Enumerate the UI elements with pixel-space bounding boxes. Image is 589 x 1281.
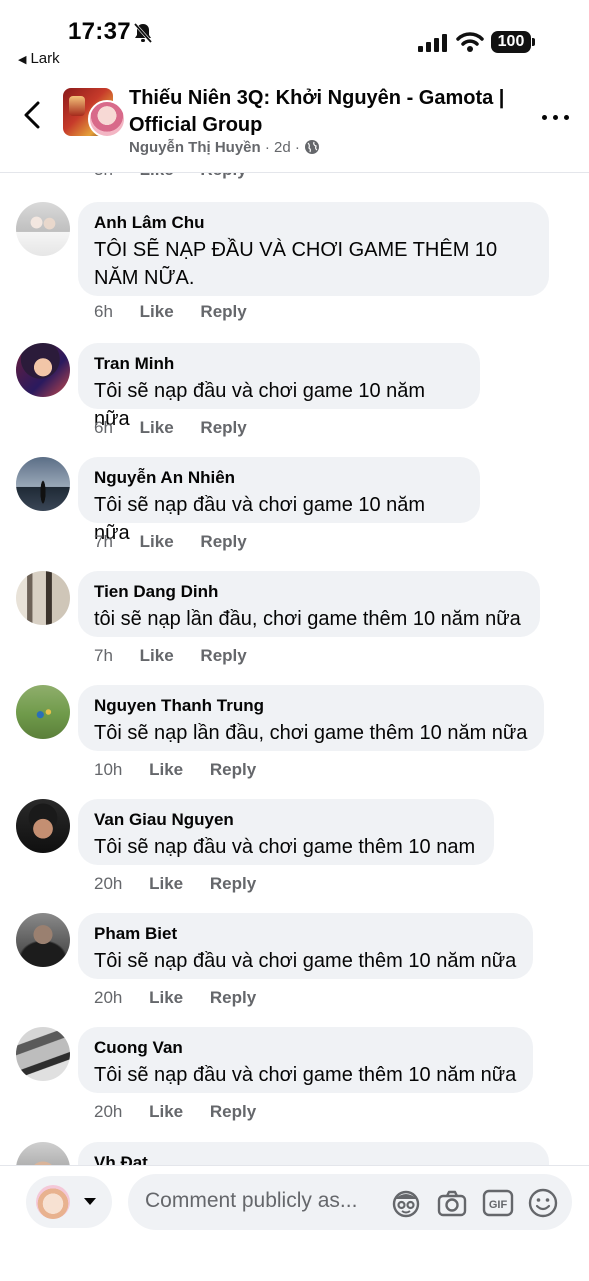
reply-button[interactable]: Reply [210,874,256,893]
comment-bubble: Van Giau Nguyen Tôi sẽ nạp đầu và chơi g… [78,799,494,865]
comment-actions: 20h Like Reply [94,874,278,894]
reply-button[interactable]: Reply [210,988,256,1007]
reply-button[interactable]: Reply [200,532,246,551]
comment-bubble: Tran Minh Tôi sẽ nạp đầu và chơi game 10… [78,343,480,430]
comment-actions: 7h Like Reply [94,646,269,666]
commenter-name[interactable]: Pham Biet [94,923,517,945]
meta-separator-2: · [294,139,300,156]
reply-button[interactable]: Reply [200,646,246,665]
comment-time: 7h [94,532,113,551]
commenter-name[interactable]: Tien Dang Dinh [94,581,524,603]
commenter-avatar[interactable] [16,913,70,967]
reply-button[interactable]: Reply [210,760,256,779]
like-button[interactable]: Like [149,874,183,893]
commenter-name[interactable]: Nguyễn An Nhiên [94,467,464,489]
chevron-left-icon[interactable] [18,100,48,130]
like-button[interactable]: Like [140,532,174,551]
author-avatar[interactable] [88,100,126,138]
post-author[interactable]: Nguyễn Thị Huyền [129,139,261,156]
like-button[interactable]: Like [140,418,174,437]
comments-list: 3h Like Reply Anh Lâm Chu TÔI SẼ NẠP ĐẦU… [0,0,589,1165]
commenter-avatar[interactable] [16,799,70,853]
post-meta: Nguyễn Thị Huyền · 2d · [129,139,320,156]
commenter-name[interactable]: Van Giau Nguyen [94,809,478,831]
comment-time: 10h [94,760,123,779]
current-user-avatar [36,1185,70,1219]
like-button[interactable]: Like [140,302,174,321]
commenter-name[interactable]: Tran Minh [94,353,464,375]
comment-as-selector[interactable] [26,1176,112,1228]
comment-time: 6h [94,418,113,437]
commenter-avatar[interactable] [16,1027,70,1081]
comment-composer: Comment publicly as... GIF [0,1165,589,1281]
commenter-avatar[interactable] [16,343,70,397]
commenter-name[interactable]: Vh Đạt [94,1152,533,1165]
comment-actions: 6h Like Reply [94,418,269,438]
comment-actions: 20h Like Reply [94,1102,278,1122]
comment-text: Tôi sẽ nạp đầu và chơi game thêm 10 năm … [94,1064,517,1086]
gif-icon[interactable]: GIF [482,1187,514,1219]
comment-bubble: Nguyen Thanh Trung Tôi sẽ nạp lần đầu, c… [78,685,544,751]
post-age: 2d [274,139,291,156]
caret-down-icon [84,1198,96,1205]
comment-time: 6h [94,302,113,321]
commenter-name[interactable]: Anh Lâm Chu [94,212,533,234]
svg-text:GIF: GIF [489,1199,508,1211]
comment-placeholder: Comment publicly as... [145,1189,358,1212]
comment-time: 20h [94,874,123,893]
comment-time: 7h [94,646,113,665]
comment-text: Tôi sẽ nạp đầu và chơi game thêm 10 nam [94,836,476,858]
commenter-avatar[interactable] [16,571,70,625]
commenter-avatar[interactable] [16,457,70,511]
comment-bubble: Pham Biet Tôi sẽ nạp đầu và chơi game th… [78,913,533,979]
post-header: Thiếu Niên 3Q: Khởi Nguyên - Gamota | Of… [0,72,589,173]
group-cover-figure [69,96,85,116]
like-button[interactable]: Like [140,646,174,665]
camera-icon[interactable] [436,1187,468,1219]
comment-actions: 6h Like Reply [94,302,269,322]
comment-actions: 20h Like Reply [94,988,278,1008]
comment-time: 20h [94,1102,123,1121]
reply-button[interactable]: Reply [210,1102,256,1121]
comment-text: Tôi sẽ nạp lần đầu, chơi game thêm 10 nă… [94,722,528,744]
comment-bubble: Tien Dang Dinh tôi sẽ nạp lần đầu, chơi … [78,571,540,637]
like-button[interactable]: Like [149,988,183,1007]
comment-input[interactable]: Comment publicly as... GIF [128,1174,572,1230]
commenter-name[interactable]: Nguyen Thanh Trung [94,695,528,717]
commenter-avatar[interactable] [16,1142,70,1165]
comment-text: TÔI SẼ NẠP ĐẦU VÀ CHƠI GAME THÊM 10 NĂM … [94,239,498,289]
avatar-sticker-icon[interactable] [390,1187,422,1219]
like-button[interactable]: Like [149,760,183,779]
like-button[interactable]: Like [149,1102,183,1121]
comment-time: 20h [94,988,123,1007]
comment-actions: 7h Like Reply [94,532,269,552]
comment-bubble: Nguyễn An Nhiên Tôi sẽ nạp đầu và chơi g… [78,457,480,544]
reply-button[interactable]: Reply [200,418,246,437]
reply-button[interactable]: Reply [200,302,246,321]
meta-separator: · [264,139,270,156]
comment-actions: 10h Like Reply [94,760,278,780]
group-title[interactable]: Thiếu Niên 3Q: Khởi Nguyên - Gamota | Of… [129,85,519,139]
comment-bubble: Cuong Van Tôi sẽ nạp đầu và chơi game th… [78,1027,533,1093]
comment-text: Tôi sẽ nạp đầu và chơi game thêm 10 năm … [94,950,517,972]
emoji-icon[interactable] [527,1187,559,1219]
globe-icon [305,140,320,154]
comment-text: tôi sẽ nạp lần đầu, chơi game thêm 10 nă… [94,608,521,630]
commenter-avatar[interactable] [16,202,70,256]
comment-bubble: Vh Đạt [78,1142,549,1165]
commenter-name[interactable]: Cuong Van [94,1037,517,1059]
comment-bubble: Anh Lâm Chu TÔI SẼ NẠP ĐẦU VÀ CHƠI GAME … [78,202,549,296]
more-horizontal-icon[interactable] [542,112,572,122]
commenter-avatar[interactable] [16,685,70,739]
